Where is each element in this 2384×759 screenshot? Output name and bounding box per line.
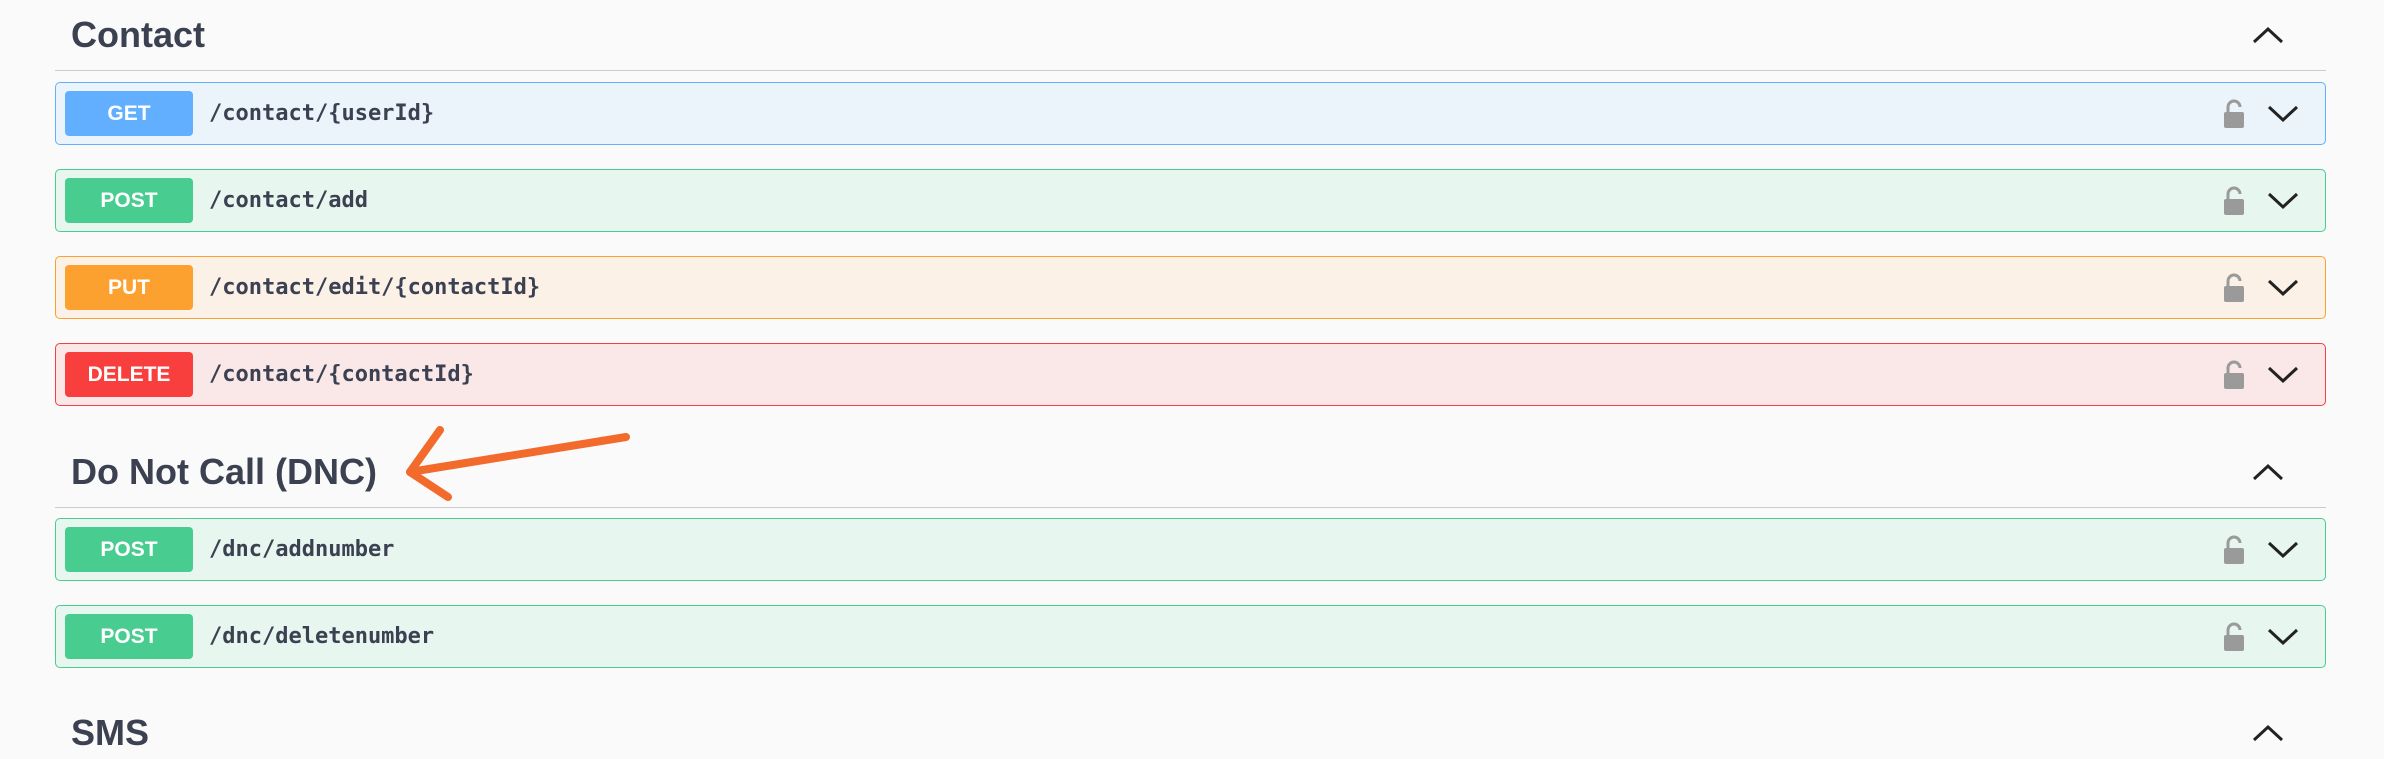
section-title: Do Not Call (DNC)	[71, 451, 377, 492]
lock-icon[interactable]	[2219, 620, 2249, 654]
chevron-up-icon[interactable]	[2248, 15, 2288, 55]
chevron-down-icon[interactable]	[2263, 268, 2303, 308]
section-header-dnc[interactable]: Do Not Call (DNC)	[55, 437, 2326, 508]
lock-icon[interactable]	[2219, 271, 2249, 305]
section-header-sms[interactable]: SMS	[55, 698, 2326, 759]
operation-path: /dnc/deletenumber	[209, 624, 435, 649]
chevron-down-icon[interactable]	[2263, 530, 2303, 570]
lock-icon[interactable]	[2219, 358, 2249, 392]
operation-row[interactable]: POST /dnc/addnumber	[55, 518, 2326, 581]
chevron-up-icon[interactable]	[2248, 713, 2288, 753]
section-dnc: Do Not Call (DNC)	[55, 437, 2326, 508]
chevron-down-icon[interactable]	[2263, 617, 2303, 657]
operation-path: /dnc/addnumber	[209, 537, 395, 562]
lock-icon[interactable]	[2219, 184, 2249, 218]
section-title: Contact	[71, 14, 205, 55]
lock-icon[interactable]	[2219, 97, 2249, 131]
operation-row[interactable]: GET /contact/{userId}	[55, 82, 2326, 145]
api-docs-page: Contact GET /contact/{userId} POST /cont…	[0, 0, 2384, 759]
section-sms: SMS	[55, 698, 2326, 759]
lock-icon[interactable]	[2219, 533, 2249, 567]
operation-path: /contact/{userId}	[209, 101, 435, 126]
method-badge-get: GET	[65, 91, 193, 136]
chevron-down-icon[interactable]	[2263, 181, 2303, 221]
chevron-down-icon[interactable]	[2263, 355, 2303, 395]
operation-row[interactable]: PUT /contact/edit/{contactId}	[55, 256, 2326, 319]
chevron-up-icon[interactable]	[2248, 452, 2288, 492]
operation-path: /contact/add	[209, 188, 368, 213]
operation-row[interactable]: POST /contact/add	[55, 169, 2326, 232]
method-badge-post: POST	[65, 614, 193, 659]
method-badge-put: PUT	[65, 265, 193, 310]
section-contact: Contact	[55, 0, 2326, 71]
method-badge-delete: DELETE	[65, 352, 193, 397]
method-badge-post: POST	[65, 527, 193, 572]
operation-row[interactable]: POST /dnc/deletenumber	[55, 605, 2326, 668]
method-badge-post: POST	[65, 178, 193, 223]
section-header-contact[interactable]: Contact	[55, 0, 2326, 71]
chevron-down-icon[interactable]	[2263, 94, 2303, 134]
operation-path: /contact/edit/{contactId}	[209, 275, 541, 300]
section-title: SMS	[71, 712, 150, 753]
operation-row[interactable]: DELETE /contact/{contactId}	[55, 343, 2326, 406]
operation-path: /contact/{contactId}	[209, 362, 474, 387]
